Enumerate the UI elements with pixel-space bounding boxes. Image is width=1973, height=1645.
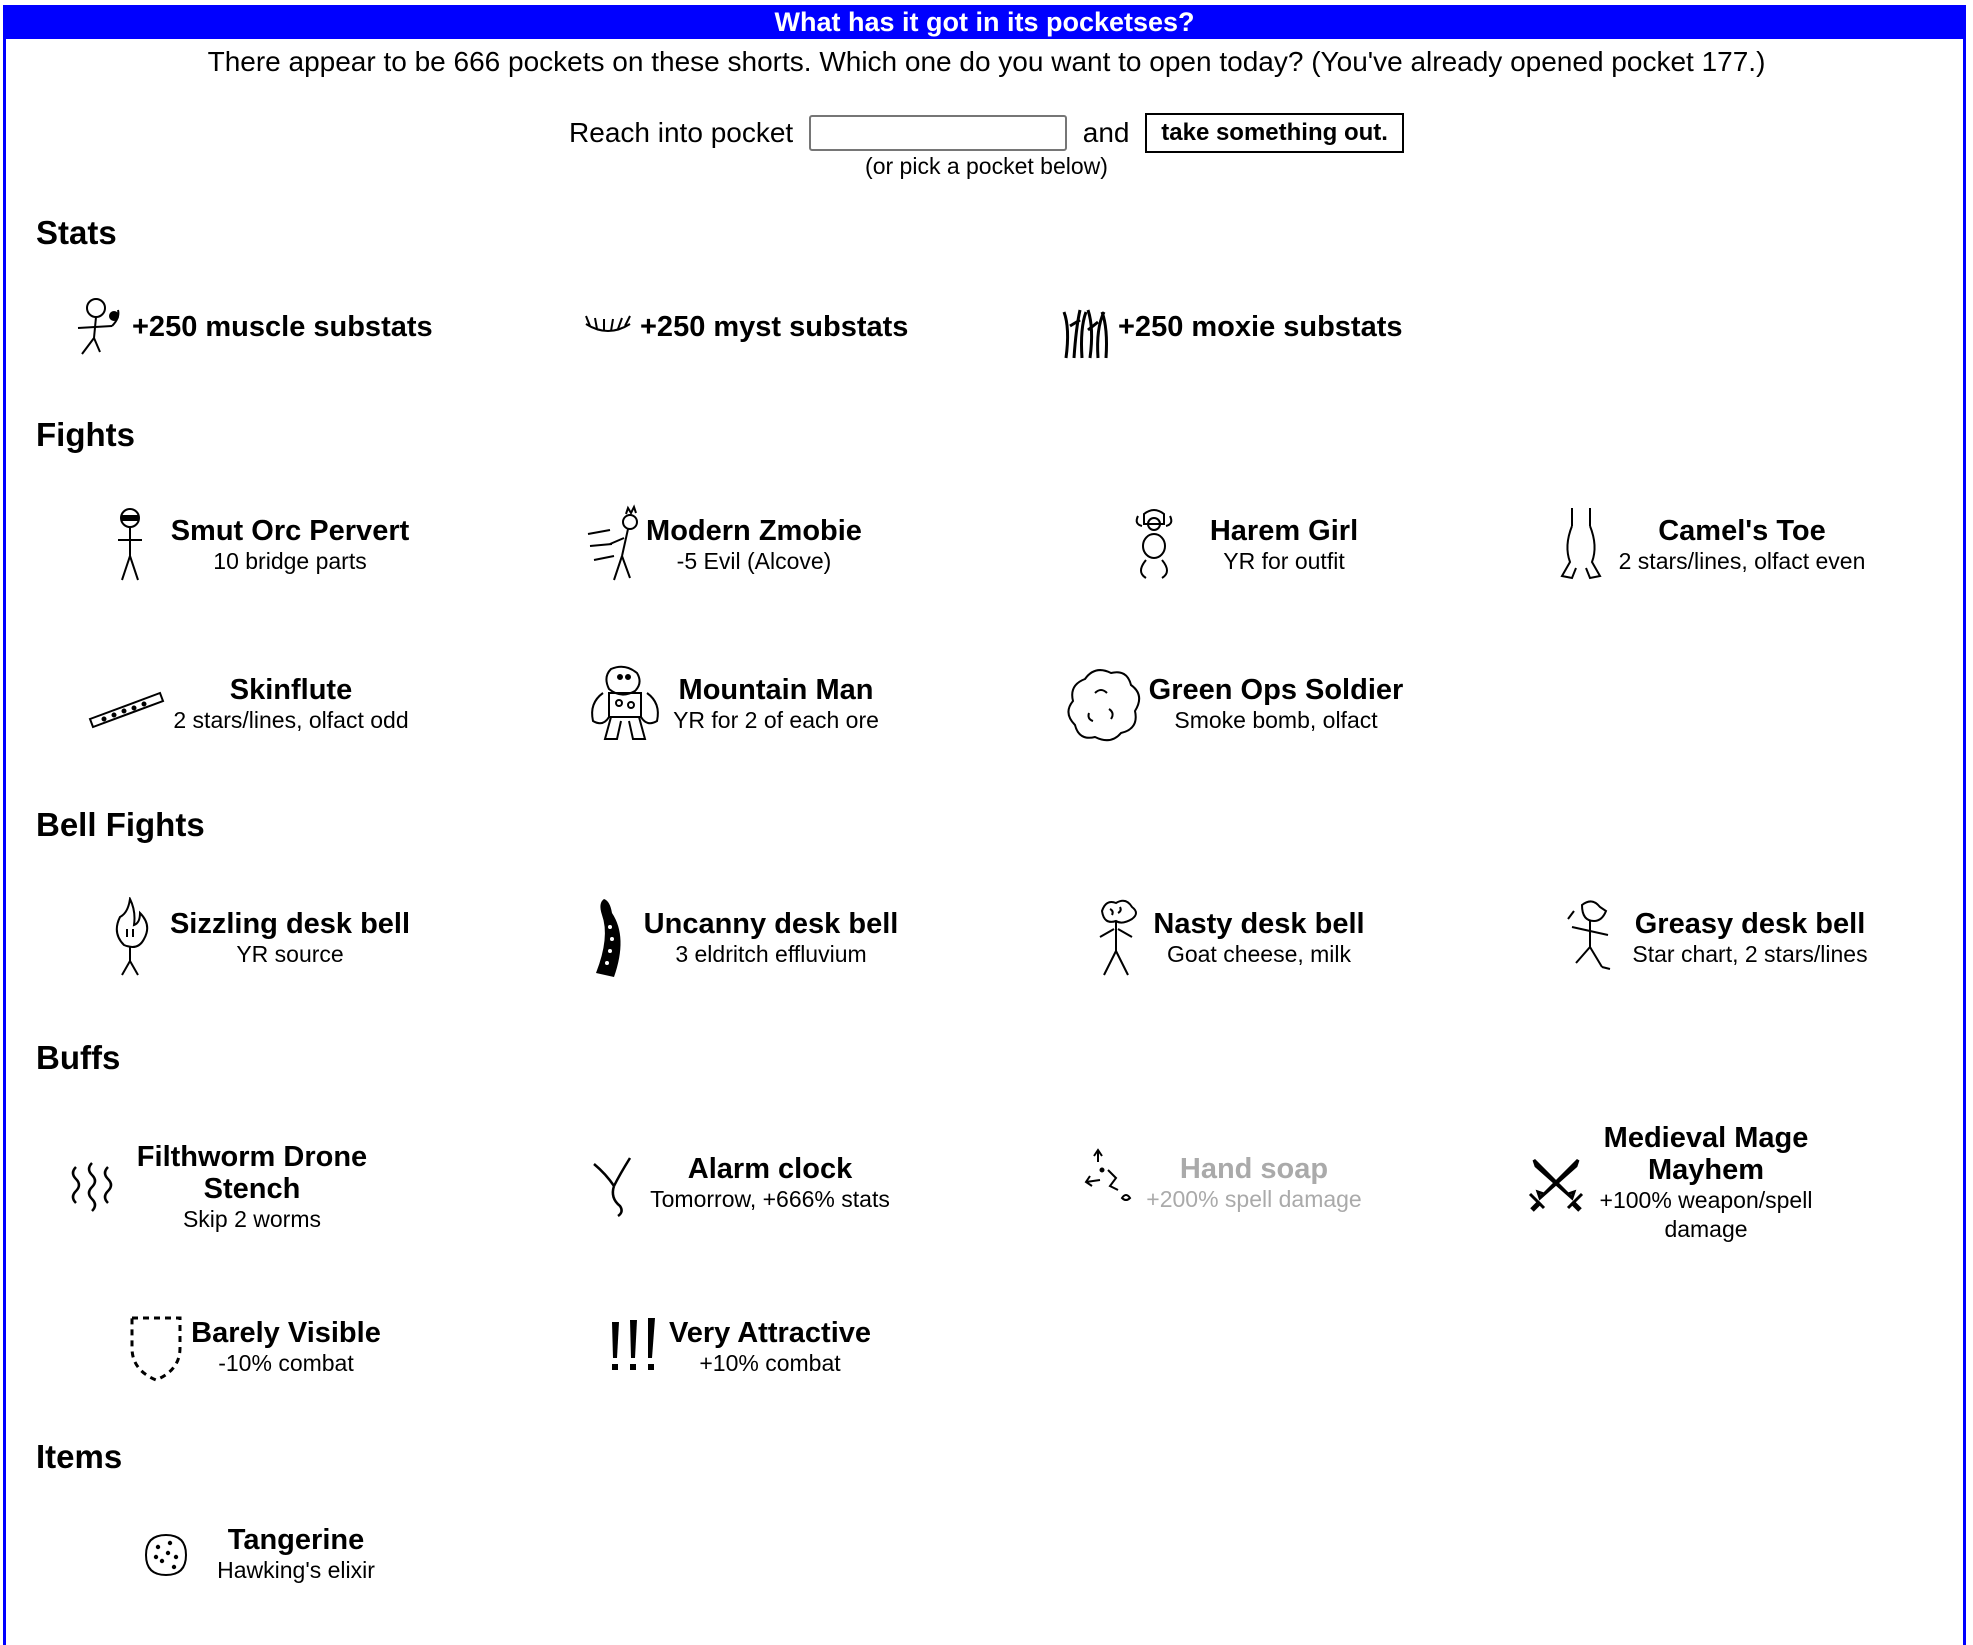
flute-icon <box>88 691 165 729</box>
eyelash-icon <box>585 315 631 332</box>
rock-golem-icon <box>591 665 659 740</box>
stench-waves-icon <box>71 1161 113 1212</box>
pocket-title: Sizzling desk bell <box>169 907 411 940</box>
section-heading-stats: Stats <box>36 214 117 251</box>
orc-icon <box>118 508 142 581</box>
pocket-form: Reach into pocket and take something out… <box>0 113 1973 155</box>
pocket-sizzling-desk-bell[interactable]: Sizzling desk bell YR source <box>100 897 420 979</box>
wild-hair-icon <box>1062 309 1108 359</box>
page-frame <box>3 5 1966 1645</box>
pocket-subtitle: 3 eldritch effluvium <box>675 940 867 967</box>
pocket-modern-zmobie[interactable]: Modern Zmobie -5 Evil (Alcove) <box>586 504 862 586</box>
form-prefix: Reach into pocket <box>569 117 794 148</box>
pocket-title: Camel's Toe <box>1658 514 1826 547</box>
flame-creature-icon <box>115 897 149 976</box>
pocket-title-line: Mayhem <box>1647 1154 1765 1186</box>
pocket-subtitle: Goat cheese, milk <box>1166 940 1352 967</box>
pocket-subtitle: -10% combat <box>218 1349 354 1376</box>
pocket-subtitle: Star chart, 2 stars/lines <box>1632 940 1868 967</box>
pocket-subtitle: Hawking's elixir <box>217 1556 375 1583</box>
pocket-title: Barely Visible <box>191 1316 381 1349</box>
pocket-subtitle-line: damage <box>1664 1216 1748 1242</box>
pocket-title: +250 moxie substats <box>1118 311 1403 343</box>
pocket-title: Alarm clock <box>687 1152 853 1185</box>
pocket-skinflute[interactable]: Skinflute 2 stars/lines, olfact odd <box>86 663 416 745</box>
pocket-title: Nasty desk bell <box>1153 907 1365 940</box>
pocket-title-line: Filthworm Drone <box>136 1141 368 1173</box>
intro-text: There appear to be 666 pockets on these … <box>207 46 1766 77</box>
pocket-harem-girl[interactable]: Harem Girl YR for outfit <box>1124 504 1384 586</box>
pocket-title: Skinflute <box>229 673 353 706</box>
pocket-subtitle-line: +100% weapon/spell <box>1599 1187 1813 1213</box>
pocket-hand-soap[interactable]: Hand soap +200% spell damage <box>1082 1142 1366 1224</box>
pocket-title: Smut Orc Pervert <box>170 514 410 547</box>
pocket-camels-toe[interactable]: Camel's Toe 2 stars/lines, olfact even <box>1552 504 1872 586</box>
exclamation-marks-icon <box>612 1318 655 1370</box>
pocket-title: Harem Girl <box>1209 514 1359 547</box>
pocket-moxie-substats[interactable]: +250 moxie substats <box>1058 286 1403 368</box>
section-heading-bell-fights: Bell Fights <box>36 806 205 843</box>
pocket-subtitle: 10 bridge parts <box>213 547 367 574</box>
pocket-title: +250 myst substats <box>640 311 909 343</box>
pocket-filthworm-drone-stench[interactable]: Filthworm Drone Stench Skip 2 worms <box>62 1141 382 1234</box>
pocket-subtitle: Tomorrow, +666% stats <box>650 1185 890 1212</box>
section-heading-buffs: Buffs <box>36 1039 121 1076</box>
pocket-barely-visible[interactable]: Barely Visible -10% combat <box>126 1306 386 1388</box>
forked-branch-icon <box>593 1157 632 1218</box>
pocket-subtitle: -5 Evil (Alcove) <box>676 547 832 574</box>
page-title: What has it got in its pocketses? <box>3 5 1966 39</box>
pocket-title-line: Medieval Mage <box>1603 1122 1809 1154</box>
pocket-myst-substats[interactable]: +250 myst substats <box>580 286 908 368</box>
tangerine-icon <box>144 1533 188 1577</box>
pocket-title-line: Stench <box>203 1173 301 1205</box>
pocket-subtitle: 2 stars/lines, olfact even <box>1618 547 1866 574</box>
pocket-uncanny-desk-bell[interactable]: Uncanny desk bell 3 eldritch effluvium <box>580 897 902 979</box>
pocket-smut-orc-pervert[interactable]: Smut Orc Pervert 10 bridge parts <box>100 504 420 586</box>
pocket-alarm-clock[interactable]: Alarm clock Tomorrow, +666% stats <box>584 1142 896 1224</box>
greasy-stickman-icon <box>1567 900 1611 970</box>
pocket-title: Mountain Man <box>678 673 874 706</box>
pocket-nasty-desk-bell[interactable]: Nasty desk bell Goat cheese, milk <box>1086 897 1372 979</box>
pocket-very-attractive[interactable]: Very Attractive +10% combat <box>604 1306 876 1388</box>
form-conjunction: and <box>1082 117 1130 148</box>
dashed-shield-icon <box>130 1316 182 1382</box>
pocket-subtitle: +200% spell damage <box>1146 1185 1362 1212</box>
pocket-title: +250 muscle substats <box>132 311 433 343</box>
pocket-muscle-substats[interactable]: +250 muscle substats <box>72 286 433 368</box>
pocket-number-input[interactable] <box>808 115 1067 151</box>
pocket-subtitle: Smoke bomb, olfact <box>1174 706 1378 733</box>
pocket-tangerine[interactable]: Tangerine Hawking's elixir <box>136 1513 396 1595</box>
section-heading-fights: Fights <box>36 416 135 453</box>
section-heading-items: Items <box>36 1438 123 1475</box>
pocket-title: Hand soap <box>1179 1152 1329 1185</box>
pocket-subtitle: YR source <box>236 940 344 967</box>
pocket-medieval-mage-mayhem[interactable]: Medieval Mage Mayhem +100% weapon/spell … <box>1526 1122 1826 1244</box>
pocket-subtitle: YR for outfit <box>1223 547 1345 574</box>
smoke-cloud-icon <box>1067 669 1141 742</box>
pocket-title: Very Attractive <box>668 1316 872 1349</box>
pocket-subtitle: YR for 2 of each ore <box>673 706 879 733</box>
pocket-subtitle: +10% combat <box>699 1349 841 1376</box>
camel-toe-icon <box>1560 508 1602 580</box>
pocket-mountain-man[interactable]: Mountain Man YR for 2 of each ore <box>582 663 884 745</box>
running-zombie-icon <box>587 504 638 581</box>
pocket-subtitle: 2 stars/lines, olfact odd <box>173 706 409 733</box>
scattered-arrows-icon <box>1084 1148 1132 1201</box>
form-hint: (or pick a pocket below) <box>865 153 1108 179</box>
crossed-swords-icon <box>1528 1158 1584 1212</box>
pocket-title: Uncanny desk bell <box>643 907 899 940</box>
pocket-green-ops-soldier[interactable]: Green Ops Soldier Smoke bomb, olfact <box>1062 663 1404 745</box>
brain-stickman-icon <box>1099 899 1137 976</box>
take-something-out-button[interactable]: take something out. <box>1145 113 1404 153</box>
pocket-subtitle: Skip 2 worms <box>182 1206 322 1232</box>
harem-girl-icon <box>1135 509 1173 579</box>
pocket-title: Modern Zmobie <box>646 514 862 547</box>
tentacle-icon <box>596 899 621 977</box>
muscle-stickman-icon <box>77 298 120 355</box>
pocket-greasy-desk-bell[interactable]: Greasy desk bell Star chart, 2 stars/lin… <box>1560 897 1880 979</box>
pocket-title: Green Ops Soldier <box>1148 673 1404 706</box>
pocket-title: Tangerine <box>227 1523 365 1556</box>
pocket-title: Greasy desk bell <box>1634 907 1866 940</box>
